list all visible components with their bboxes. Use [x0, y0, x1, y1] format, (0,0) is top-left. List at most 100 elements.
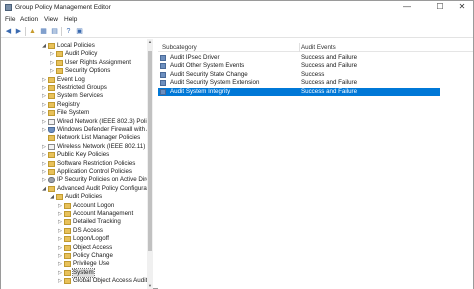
close-button[interactable]: ✕ [450, 1, 474, 13]
expand-arrow-icon[interactable]: ▷ [41, 169, 47, 175]
menu-view[interactable]: View [44, 16, 58, 23]
forward-icon[interactable]: ▶ [14, 27, 23, 36]
tree-node[interactable]: ▷ User Rights Assignment [1, 59, 147, 67]
tree-node[interactable]: ▷ Security Options [1, 67, 147, 75]
column-divider[interactable] [299, 43, 300, 52]
policy-setting-icon [160, 80, 166, 87]
tree-node[interactable]: ◢ Local Policies [1, 42, 147, 50]
export-list-icon[interactable]: ▤ [50, 27, 59, 36]
expand-arrow-icon[interactable]: ▷ [57, 203, 63, 209]
expand-arrow-icon[interactable]: ▷ [57, 253, 63, 259]
expand-arrow-icon[interactable]: ▷ [41, 93, 47, 99]
expand-arrow-icon[interactable]: ▷ [57, 261, 63, 267]
tree-node[interactable]: ▷ Windows Defender Firewall with Adv [1, 126, 152, 134]
tree-node-label: DS Access [73, 226, 103, 234]
tree-node[interactable]: ▷ File System [1, 109, 147, 117]
scroll-thumb[interactable] [148, 51, 152, 251]
tree-node[interactable]: ▷ System [1, 267, 147, 278]
expand-arrow-icon[interactable]: ▷ [41, 77, 47, 83]
doc-icon [48, 118, 55, 125]
tree-node[interactable]: ▷ IP Security Policies on Active Directo [1, 176, 152, 184]
expand-arrow-icon[interactable]: ▷ [41, 127, 47, 133]
title-bar[interactable]: Group Policy Management Editor — ☐ ✕ [1, 1, 473, 14]
expand-arrow-icon[interactable]: ▷ [41, 119, 47, 125]
list-row[interactable]: Audit Other System Events Success and Fai… [158, 62, 440, 70]
tree-node[interactable]: ▷ Privilege Use [1, 260, 147, 268]
expand-arrow-icon[interactable]: ▷ [41, 161, 47, 167]
show-hide-tree-icon[interactable]: ▦ [39, 27, 48, 36]
expand-arrow-icon[interactable]: ▷ [41, 144, 47, 150]
tree-node[interactable]: ▷ Logon/Logoff [1, 235, 147, 243]
tree-node[interactable]: ▷ Wireless Network (IEEE 802.11) Policies [1, 143, 152, 151]
column-subcategory[interactable]: Subcategory [162, 44, 197, 51]
expand-arrow-icon[interactable]: ▷ [57, 228, 63, 234]
list-row[interactable]: Audit Security System Extension Success a… [158, 79, 440, 87]
tree-node[interactable]: ▷ Event Log [1, 76, 147, 84]
tree-node[interactable]: ▷ DS Access [1, 227, 147, 235]
expand-arrow-icon[interactable]: ▷ [41, 85, 47, 91]
folder-icon [48, 76, 55, 83]
expand-arrow-icon[interactable]: ▷ [57, 270, 63, 276]
audit-events-cell: Success [301, 70, 325, 78]
collapse-arrow-icon[interactable]: ◢ [41, 186, 47, 192]
expand-arrow-icon[interactable]: ▷ [41, 110, 47, 116]
properties-icon[interactable]: ▣ [75, 27, 84, 36]
subcategory-cell: Audit Other System Events [170, 62, 245, 70]
list-row[interactable]: Audit IPsec Driver Success and Failure [158, 54, 440, 62]
tree-node[interactable]: Network List Manager Policies [1, 134, 147, 142]
tree-node[interactable]: ▷ Global Object Access Auditing [1, 277, 152, 285]
maximize-button[interactable]: ☐ [428, 1, 452, 13]
tree-node[interactable]: ▷ Account Management [1, 210, 147, 218]
tree-node[interactable]: ▷ Policy Change [1, 252, 147, 260]
minimize-button[interactable]: — [395, 1, 419, 13]
tree-node[interactable]: ▷ Account Logon [1, 202, 147, 210]
tree-node-label: IP Security Policies on Active Directo [57, 176, 153, 184]
tree-scrollbar[interactable]: ▲ ▼ [147, 39, 153, 289]
back-icon[interactable]: ◀ [4, 27, 13, 36]
tree-node[interactable]: ▷ Object Access [1, 244, 147, 252]
expand-arrow-icon[interactable]: ▷ [57, 245, 63, 251]
folder-icon [48, 93, 55, 100]
audit-events-cell: Success and Failure [301, 87, 358, 95]
expand-arrow-icon[interactable]: ▷ [41, 152, 47, 158]
list-row[interactable]: Audit Security State Change Success [158, 71, 440, 79]
expand-arrow-icon[interactable]: ▷ [57, 236, 63, 242]
doc-icon [48, 143, 55, 150]
help-icon[interactable]: ? [64, 27, 73, 36]
tree-node[interactable]: ▷ Restricted Groups [1, 84, 147, 92]
folder-icon [56, 59, 63, 66]
expand-arrow-icon[interactable]: ▷ [41, 177, 47, 183]
tree-node[interactable]: ▷ Software Restriction Policies [1, 160, 147, 168]
tree-node[interactable]: ▷ Registry [1, 101, 147, 109]
expand-arrow-icon[interactable]: ▷ [57, 211, 63, 217]
tree-node[interactable]: ◢ Advanced Audit Policy Configuratio [1, 185, 152, 193]
scroll-down-icon[interactable]: ▼ [147, 283, 153, 289]
collapse-arrow-icon[interactable]: ◢ [41, 43, 47, 49]
menu-action[interactable]: Action [20, 16, 38, 23]
folder-icon [56, 68, 63, 75]
expand-arrow-icon[interactable]: ▷ [49, 60, 55, 66]
folder-icon [64, 261, 71, 268]
menu-help[interactable]: Help [64, 16, 77, 23]
list-row[interactable]: Audit System Integrity Success and Failur… [158, 87, 440, 96]
expand-arrow-icon[interactable]: ▷ [49, 68, 55, 74]
window-title: Group Policy Management Editor [15, 4, 111, 11]
app-icon [5, 4, 12, 11]
tree-node[interactable]: ▷ Detailed Tracking [1, 218, 147, 226]
tree-node[interactable]: ▷ Wired Network (IEEE 802.3) Policies [1, 118, 152, 126]
collapse-arrow-icon[interactable]: ◢ [49, 194, 55, 200]
tree-node-label: Local Policies [57, 42, 95, 49]
expand-arrow-icon[interactable]: ▷ [57, 219, 63, 225]
tree-node[interactable]: ▷ Audit Policy [1, 50, 147, 58]
column-audit-events[interactable]: Audit Events [301, 44, 336, 51]
tree-node[interactable]: ▷ System Services [1, 92, 147, 100]
expand-arrow-icon[interactable]: ▷ [57, 278, 63, 284]
tree-node[interactable]: ▷ Public Key Policies [1, 151, 147, 159]
expand-arrow-icon[interactable]: ▷ [41, 102, 47, 108]
expand-arrow-icon[interactable]: ▷ [49, 51, 55, 57]
menu-file[interactable]: File [5, 16, 15, 23]
up-folder-icon[interactable]: ▲ [28, 27, 37, 36]
tree-node[interactable]: ◢ Audit Policies [1, 193, 147, 201]
scroll-up-icon[interactable]: ▲ [147, 39, 153, 45]
tree-node[interactable]: ▷ Application Control Policies [1, 168, 147, 176]
